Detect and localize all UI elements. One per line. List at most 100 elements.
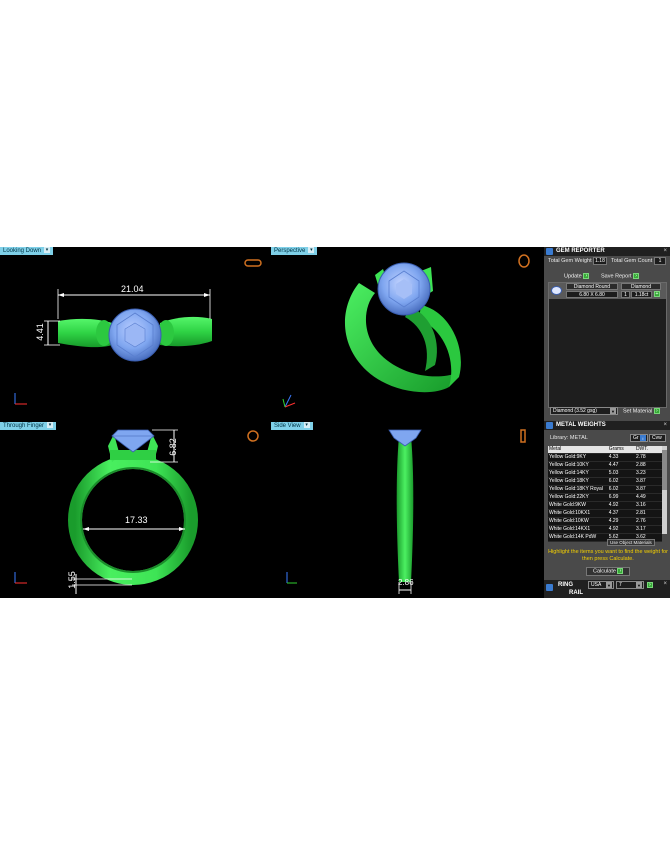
jewelry-cad-workspace: Looking Down ▾ 21.04 4.41 Perspective ▾ … <box>0 247 670 598</box>
library-label: Library: METAL <box>550 435 588 441</box>
table-cell: Yellow Gold:18KY Royal <box>548 485 608 494</box>
chevron-down-icon[interactable]: ▾ <box>308 247 315 254</box>
chevron-down-icon[interactable]: ▾ <box>44 247 51 254</box>
table-row[interactable]: White Gold:9KW 4.92 3.16 <box>548 501 662 510</box>
total-gem-count-value: 1 <box>654 257 666 265</box>
dimension-gem-height: 6.82 <box>167 438 178 456</box>
column-header[interactable]: DWT. <box>634 446 662 454</box>
table-cell: Yellow Gold:10KY <box>548 461 608 470</box>
weight-unit-select[interactable]: Gr i <box>630 434 648 442</box>
total-gem-count-label: Total Gem Count <box>611 258 653 264</box>
calculate-hint: Highlight the items you want to find the… <box>548 549 668 562</box>
calculate-button[interactable]: Calculate › <box>586 567 631 577</box>
table-row[interactable]: Yellow Gold:18KY 6.02 3.87 <box>548 477 662 486</box>
viewport-label[interactable]: Through Finger ▾ <box>0 422 57 430</box>
use-object-materials-button[interactable]: Use Object Materials <box>607 539 655 546</box>
table-cell: 3.87 <box>634 485 662 494</box>
close-icon[interactable]: × <box>663 580 667 588</box>
metal-table-scrollbar[interactable] <box>662 446 667 534</box>
table-row[interactable]: White Gold:10KW 4.29 2.76 <box>548 517 662 526</box>
table-cell: Yellow Gold:22KY <box>548 493 608 502</box>
table-cell: 2.78 <box>634 453 662 462</box>
table-cell: 6.02 <box>607 485 635 494</box>
table-cell: 4.92 <box>607 501 635 510</box>
table-cell: White Gold:14KX1 <box>548 525 608 534</box>
viewport-label[interactable]: Looking Down ▾ <box>0 247 54 255</box>
table-cell: 4.37 <box>607 509 635 518</box>
table-row[interactable]: White Gold:14KX1 4.92 3.17 <box>548 525 662 534</box>
table-row[interactable]: White Gold:10KX1 4.37 2.81 <box>548 509 662 518</box>
material-select[interactable]: Diamond (3.52 gsg) ▼ <box>550 407 618 415</box>
viewport-looking-down[interactable]: Looking Down ▾ 21.04 4.41 <box>0 247 269 420</box>
gem-plus-icon[interactable]: + <box>654 291 660 297</box>
viewport-perspective[interactable]: Perspective ▾ <box>271 247 543 420</box>
gem-list-row[interactable]: Diamond Round Diamond 6.80 X 6.80 1 1.18… <box>549 283 666 299</box>
gem-reporter-header: GEM REPORTER × <box>544 247 670 256</box>
update-button[interactable]: Update › <box>564 273 590 279</box>
close-icon[interactable]: × <box>663 247 667 256</box>
chevron-down-icon: ▼ <box>636 582 642 588</box>
gem-type: Diamond <box>621 283 661 290</box>
chevron-down-icon: ▼ <box>606 582 612 588</box>
table-cell: White Gold:14K PdW <box>548 533 608 542</box>
table-cell: 2.81 <box>634 509 662 518</box>
set-material-go-icon: › <box>653 408 660 414</box>
set-material-button[interactable]: Set Material › <box>623 408 660 414</box>
table-row[interactable]: Yellow Gold:18KY Royal 6.02 3.87 <box>548 485 662 494</box>
dimension-band-thickness: 1.55 <box>66 571 77 589</box>
table-cell: Yellow Gold:14KY <box>548 469 608 478</box>
table-cell: Yellow Gold:9KY <box>548 453 608 462</box>
viewport-label[interactable]: Side View ▾ <box>271 422 313 430</box>
perspective-ring-render <box>282 254 530 408</box>
table-header-row: Metal Grams DWT. <box>548 446 662 454</box>
metal-weights-header: METAL WEIGHTS × <box>544 421 670 430</box>
dimension-width: 21.04 <box>121 284 144 294</box>
table-row[interactable]: Yellow Gold:10KY 4.47 2.88 <box>548 461 662 470</box>
table-cell: White Gold:10KW <box>548 517 608 526</box>
gem-carat: 1.18ct <box>631 291 652 298</box>
metal-weights-table: Metal Grams DWT. Yellow Gold:9KY 4.33 2.78 Yel… <box>548 446 662 542</box>
side-view-ring-render <box>286 429 526 594</box>
update-go-icon: › <box>583 273 590 279</box>
scrollbar-thumb[interactable] <box>662 450 667 490</box>
dimension-side-width: 2.86 <box>398 578 414 587</box>
table-cell: 6.02 <box>607 477 635 486</box>
ring-size-select[interactable]: 7 ▼ <box>616 581 644 589</box>
through-finger-ring-render <box>14 429 259 594</box>
chevron-down-icon: i <box>640 435 646 441</box>
table-cell: 4.33 <box>607 453 635 462</box>
column-header[interactable]: Grams <box>607 446 635 454</box>
table-cell: 4.92 <box>607 525 635 534</box>
table-cell: 2.76 <box>634 517 662 526</box>
table-cell: 2.88 <box>634 461 662 470</box>
table-cell: 3.16 <box>634 501 662 510</box>
viewport-label[interactable]: Perspective ▾ <box>271 247 318 255</box>
close-icon[interactable]: × <box>663 421 667 430</box>
viewport-through-finger[interactable]: Through Finger ▾ 17.33 6.82 1.55 <box>0 422 269 598</box>
tools-panel: GEM REPORTER × Total Gem Weight 1.18 Tota… <box>544 247 670 598</box>
gem-thumbnail-icon <box>551 286 562 295</box>
ring-size-go-icon[interactable]: › <box>647 582 653 588</box>
ring-rail-title: RING <box>558 582 573 588</box>
chevron-down-icon: ▼ <box>610 408 616 414</box>
gem-count: 1 <box>621 291 630 298</box>
table-cell: 3.17 <box>634 525 662 534</box>
chevron-down-icon[interactable]: ▾ <box>47 422 54 429</box>
table-row[interactable]: Yellow Gold:9KY 4.33 2.78 <box>548 453 662 462</box>
dimension-inner-diameter: 17.33 <box>125 515 148 525</box>
view-select[interactable]: Cvw <box>649 434 666 442</box>
chevron-down-icon[interactable]: ▾ <box>303 422 310 429</box>
viewport-side-view[interactable]: Side View ▾ 2.86 <box>271 422 543 598</box>
metal-weights-icon <box>546 422 553 429</box>
save-report-button[interactable]: Save Report › <box>601 273 640 279</box>
gem-size: 6.80 X 6.80 <box>566 291 618 298</box>
table-row[interactable]: Yellow Gold:14KY 5.03 3.23 <box>548 469 662 478</box>
total-gem-weight-value: 1.18 <box>593 257 607 265</box>
table-cell: 4.29 <box>607 517 635 526</box>
column-header[interactable]: Metal <box>548 446 608 454</box>
gem-name: Diamond Round <box>566 283 618 290</box>
table-cell: 3.87 <box>634 477 662 486</box>
gem-list <box>548 282 667 408</box>
table-row[interactable]: Yellow Gold:22KY 6.99 4.49 <box>548 493 662 502</box>
ring-size-standard-select[interactable]: USA ▼ <box>588 581 614 589</box>
